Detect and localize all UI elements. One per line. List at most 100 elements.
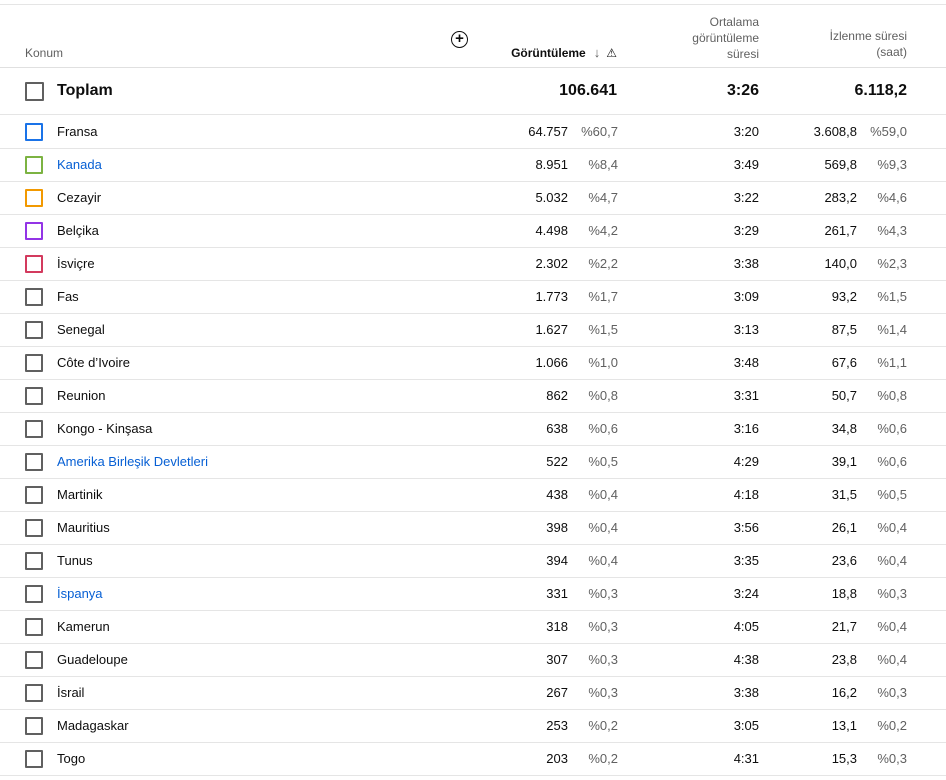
row-location: Kamerun (57, 619, 110, 634)
row-views: 307 (546, 652, 568, 667)
row-checkbox[interactable] (25, 420, 43, 438)
row-watch-time: 18,8 (831, 586, 857, 601)
table-row: Martinik 438 %0,4 4:18 31,5 %0,5 (0, 478, 946, 512)
row-watch-percent: %0,3 (877, 751, 907, 766)
row-watch-percent: %0,4 (877, 652, 907, 667)
row-watch-percent: %0,4 (877, 520, 907, 535)
row-watch-percent: %0,8 (877, 388, 907, 403)
row-views-percent: %0,2 (588, 751, 618, 766)
row-location[interactable]: İspanya (57, 586, 103, 601)
column-header-watch-time[interactable]: İzlenme süresi (saat) (787, 28, 907, 60)
table-row: Tunus 394 %0,4 3:35 23,6 %0,4 (0, 544, 946, 578)
table-row: Madagaskar 253 %0,2 3:05 13,1 %0,2 (0, 709, 946, 743)
row-checkbox[interactable] (25, 387, 43, 405)
row-location[interactable]: Kanada (57, 157, 102, 172)
row-views: 64.757 (528, 124, 568, 139)
table-header: Konum + Görüntüleme ↓ ⚠ Ortalama görüntü… (0, 4, 946, 68)
row-views: 1.627 (535, 322, 568, 337)
row-checkbox[interactable] (25, 651, 43, 669)
row-checkbox[interactable] (25, 453, 43, 471)
row-views-percent: %4,2 (588, 223, 618, 238)
row-checkbox[interactable] (25, 288, 43, 306)
row-views: 253 (546, 718, 568, 733)
row-views-percent: %0,3 (588, 619, 618, 634)
row-checkbox[interactable] (25, 717, 43, 735)
row-avg-duration: 4:38 (733, 652, 759, 667)
row-avg-duration: 3:56 (733, 520, 759, 535)
row-checkbox[interactable] (25, 684, 43, 702)
sort-down-arrow-icon[interactable]: ↓ (594, 45, 601, 61)
row-checkbox[interactable] (25, 486, 43, 504)
row-watch-percent: %0,4 (877, 619, 907, 634)
row-watch-percent: %1,1 (877, 355, 907, 370)
add-column-icon[interactable]: + (451, 31, 468, 48)
row-checkbox[interactable] (25, 750, 43, 768)
watch-time-line-2: (saat) (876, 45, 907, 59)
total-row: Toplam 106.641 3:26 6.118,2 (0, 68, 946, 115)
row-watch-time: 21,7 (831, 619, 857, 634)
row-avg-duration: 3:31 (733, 388, 759, 403)
table-row: Côte d’Ivoire 1.066 %1,0 3:48 67,6 %1,1 (0, 346, 946, 380)
row-checkbox[interactable] (25, 189, 43, 207)
row-views: 4.498 (535, 223, 568, 238)
row-watch-time: 93,2 (831, 289, 857, 304)
row-watch-percent: %1,4 (877, 322, 907, 337)
avg-duration-line-1: Ortalama (709, 15, 759, 29)
row-checkbox[interactable] (25, 552, 43, 570)
row-views: 394 (546, 553, 568, 568)
row-checkbox[interactable] (25, 354, 43, 372)
row-watch-time: 261,7 (824, 223, 857, 238)
row-avg-duration: 4:29 (733, 454, 759, 469)
row-views: 862 (546, 388, 568, 403)
row-views-percent: %0,4 (588, 487, 618, 502)
row-watch-percent: %4,6 (877, 190, 907, 205)
column-header-location[interactable]: Konum (25, 45, 63, 61)
row-views-percent: %0,2 (588, 718, 618, 733)
row-avg-duration: 3:05 (733, 718, 759, 733)
row-location: İsrail (57, 685, 85, 700)
row-checkbox[interactable] (25, 618, 43, 636)
row-watch-percent: %9,3 (877, 157, 907, 172)
row-views: 8.951 (535, 157, 568, 172)
table-row: Mauritius 398 %0,4 3:56 26,1 %0,4 (0, 511, 946, 545)
row-checkbox[interactable] (25, 123, 43, 141)
row-avg-duration: 4:05 (733, 619, 759, 634)
row-watch-time: 23,6 (831, 553, 857, 568)
row-watch-time: 16,2 (831, 685, 857, 700)
row-checkbox[interactable] (25, 255, 43, 273)
row-watch-percent: %4,3 (877, 223, 907, 238)
warning-icon[interactable]: ⚠ (606, 45, 617, 61)
row-watch-time: 15,3 (831, 751, 857, 766)
row-avg-duration: 4:31 (733, 751, 759, 766)
column-header-views[interactable]: Görüntüleme ↓ ⚠ (511, 45, 617, 61)
row-watch-percent: %1,5 (877, 289, 907, 304)
row-watch-time: 23,8 (831, 652, 857, 667)
row-watch-percent: %0,5 (877, 487, 907, 502)
row-location[interactable]: Amerika Birleşik Devletleri (57, 454, 208, 469)
table-row: Senegal 1.627 %1,5 3:13 87,5 %1,4 (0, 313, 946, 347)
table-row: İsviçre 2.302 %2,2 3:38 140,0 %2,3 (0, 247, 946, 281)
row-avg-duration: 3:22 (733, 190, 759, 205)
row-checkbox[interactable] (25, 519, 43, 537)
avg-duration-line-2: görüntüleme (692, 31, 759, 45)
column-header-avg-duration[interactable]: Ortalama görüntüleme süresi (639, 14, 759, 62)
row-watch-percent: %0,2 (877, 718, 907, 733)
table-row: Reunion 862 %0,8 3:31 50,7 %0,8 (0, 379, 946, 413)
table-row: Kamerun 318 %0,3 4:05 21,7 %0,4 (0, 610, 946, 644)
row-checkbox[interactable] (25, 321, 43, 339)
row-views-percent: %0,3 (588, 685, 618, 700)
row-checkbox[interactable] (25, 222, 43, 240)
row-checkbox[interactable] (25, 585, 43, 603)
row-views: 5.032 (535, 190, 568, 205)
row-checkbox[interactable] (25, 156, 43, 174)
row-views-percent: %2,2 (588, 256, 618, 271)
total-checkbox[interactable] (25, 82, 44, 101)
row-location: Reunion (57, 388, 106, 403)
row-views: 1.773 (535, 289, 568, 304)
row-avg-duration: 3:09 (733, 289, 759, 304)
row-watch-time: 31,5 (831, 487, 857, 502)
row-views-percent: %60,7 (581, 124, 618, 139)
row-views-percent: %0,4 (588, 553, 618, 568)
row-avg-duration: 3:38 (733, 685, 759, 700)
row-watch-time: 569,8 (824, 157, 857, 172)
